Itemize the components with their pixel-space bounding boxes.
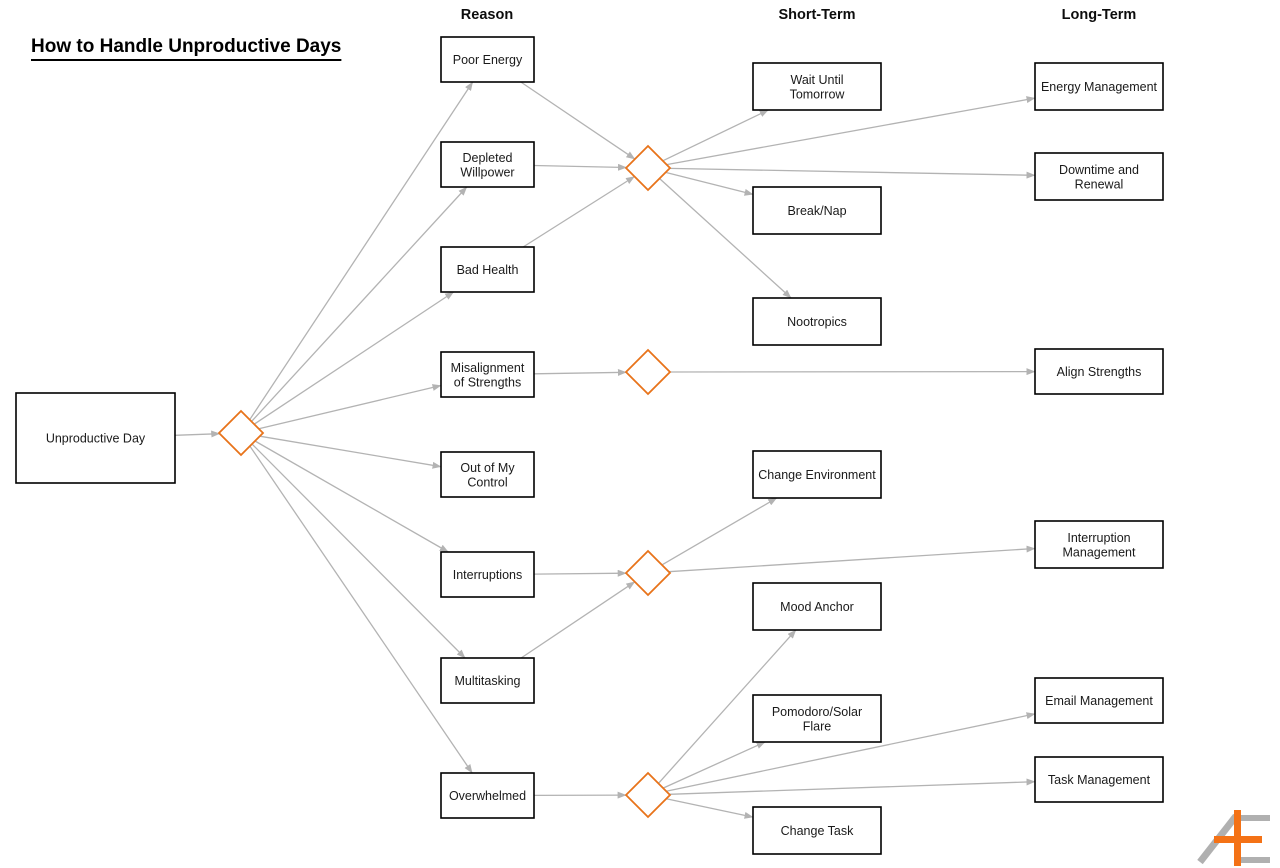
ae-logo <box>1197 810 1270 866</box>
node-depleted-willpower[interactable]: Depleted Willpower <box>440 141 535 188</box>
node-wait-until-tomorrow[interactable]: Wait Until Tomorrow <box>752 62 882 111</box>
node-pomodoro-solar-flare[interactable]: Pomodoro/Solar Flare <box>752 694 882 743</box>
node-d1[interactable] <box>624 144 672 192</box>
page-title: How to Handle Unproductive Days <box>31 36 341 57</box>
edge-d4-to-l6 <box>669 778 1036 795</box>
node-label-energy-management: Energy Management <box>1041 80 1158 94</box>
node-align-strengths[interactable]: Align Strengths <box>1034 348 1164 395</box>
edge-d0-to-r5 <box>259 435 442 469</box>
decision-diamond-d3[interactable] <box>624 549 672 597</box>
diagram-canvas: Unproductive Day Poor Energy Depleted Willp… <box>0 0 1280 868</box>
edge-r6-to-d3 <box>533 569 627 577</box>
node-downtime-and-renewal[interactable]: Downtime and Renewal <box>1034 152 1164 201</box>
node-label-interruptions: Interruptions <box>453 568 522 582</box>
node-d4[interactable] <box>624 771 672 819</box>
edge-d1-to-s2 <box>665 171 754 196</box>
decision-diamond-d4[interactable] <box>624 771 672 819</box>
node-unproductive-day[interactable]: Unproductive Day <box>15 392 176 484</box>
logo-bar-bottom-icon <box>1238 857 1270 863</box>
node-label-nootropics: Nootropics <box>787 315 847 329</box>
decision-diamond-d2[interactable] <box>624 348 672 396</box>
edge-d0-to-r3 <box>253 291 455 425</box>
edge-r2-to-d1 <box>533 163 627 171</box>
node-poor-energy[interactable]: Poor Energy <box>440 36 535 83</box>
node-mood-anchor[interactable]: Mood Anchor <box>752 582 882 631</box>
node-interruptions[interactable]: Interruptions <box>440 551 535 598</box>
node-misalignment-of-strengths[interactable]: Misalignment of Strengths <box>440 351 535 398</box>
diagram-title: How to Handle Unproductive Days <box>31 36 342 61</box>
edges-layer <box>174 81 1036 819</box>
edge-start-to-d0 <box>174 430 221 438</box>
edge-d1-to-l2 <box>669 167 1036 179</box>
edge-d3-to-l4 <box>668 545 1036 573</box>
node-d2[interactable] <box>624 348 672 396</box>
node-label-out-of-my-control: Out of My Control <box>460 461 515 490</box>
column-headings: Reason Short-Term Long-Term <box>461 7 1137 23</box>
column-heading-long-term: Long-Term <box>1062 7 1137 23</box>
edge-r3-to-d1 <box>522 175 635 248</box>
node-label-break-nap: Break/Nap <box>787 204 846 218</box>
edge-d0-to-r8 <box>249 445 473 774</box>
node-change-task[interactable]: Change Task <box>752 806 882 855</box>
node-label-unproductive-day: Unproductive Day <box>46 432 146 446</box>
edge-d0-to-r7 <box>251 443 466 659</box>
node-label-multitasking: Multitasking <box>455 674 521 688</box>
logo-plus-vertical-icon <box>1234 810 1241 866</box>
node-label-interruption-management: Interruption Management <box>1063 531 1136 560</box>
decision-diamond-d1[interactable] <box>624 144 672 192</box>
edge-r1-to-d1 <box>520 81 636 160</box>
edge-d3-to-s4 <box>661 497 778 566</box>
column-heading-reason: Reason <box>461 7 513 23</box>
node-bad-health[interactable]: Bad Health <box>440 246 535 293</box>
node-change-environment[interactable]: Change Environment <box>752 450 882 499</box>
logo-bar-top-icon <box>1238 815 1270 821</box>
node-energy-management[interactable]: Energy Management <box>1034 62 1164 111</box>
edge-d0-to-r4 <box>258 384 442 430</box>
edge-r4-to-d2 <box>533 368 627 376</box>
edge-d4-to-s7 <box>666 798 754 819</box>
column-heading-short-term: Short-Term <box>778 7 855 23</box>
node-break-nap[interactable]: Break/Nap <box>752 186 882 235</box>
edge-r7-to-d3 <box>520 581 636 659</box>
node-label-email-management: Email Management <box>1045 694 1153 708</box>
node-label-misalignment-of-strengths: Misalignment of Strengths <box>451 361 525 390</box>
node-multitasking[interactable]: Multitasking <box>440 657 535 704</box>
flowchart-svg: Unproductive Day Poor Energy Depleted Willp… <box>15 7 1270 866</box>
node-overwhelmed[interactable]: Overwhelmed <box>440 772 535 819</box>
node-label-wait-until-tomorrow: Wait Until Tomorrow <box>790 73 846 102</box>
node-d3[interactable] <box>624 549 672 597</box>
node-label-align-strengths: Align Strengths <box>1057 365 1142 379</box>
node-email-management[interactable]: Email Management <box>1034 677 1164 724</box>
node-out-of-my-control[interactable]: Out of My Control <box>440 451 535 498</box>
node-label-change-task: Change Task <box>781 824 854 838</box>
node-nootropics[interactable]: Nootropics <box>752 297 882 346</box>
edge-d1-to-s1 <box>662 109 769 162</box>
node-label-overwhelmed: Overwhelmed <box>449 789 526 803</box>
node-label-change-environment: Change Environment <box>758 468 876 482</box>
nodes-layer: Unproductive Day Poor Energy Depleted Willp… <box>15 36 1164 855</box>
edge-d0-to-r1 <box>249 81 474 421</box>
node-label-poor-energy: Poor Energy <box>453 53 523 67</box>
node-interruption-management[interactable]: Interruption Management <box>1034 520 1164 569</box>
node-label-bad-health: Bad Health <box>457 263 519 277</box>
node-task-management[interactable]: Task Management <box>1034 756 1164 803</box>
node-label-task-management: Task Management <box>1048 773 1151 787</box>
node-label-depleted-willpower: Depleted Willpower <box>460 151 514 180</box>
node-label-mood-anchor: Mood Anchor <box>780 600 854 614</box>
